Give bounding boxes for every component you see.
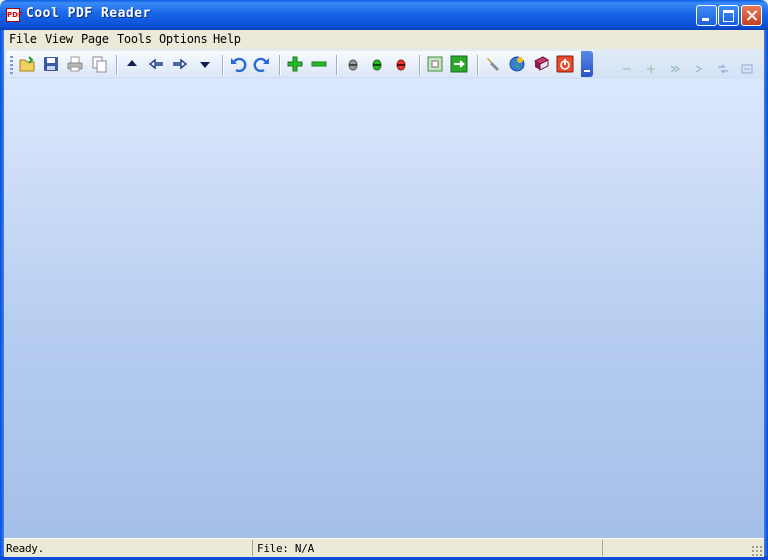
status-message: Ready. [6, 542, 44, 555]
faded-tool-icon [741, 59, 753, 74]
faded-tool-icon [645, 59, 657, 73]
faded-tool-icon [621, 59, 633, 70]
menu-view[interactable]: View [45, 32, 73, 46]
actual-size-icon[interactable] [392, 55, 410, 73]
status-pane-message: Ready. [4, 540, 253, 556]
first-page-icon[interactable] [123, 55, 141, 73]
app-window: PDF Cool PDF Reader File View Page Tools… [0, 0, 768, 560]
settings-icon[interactable] [484, 55, 502, 73]
copy-icon[interactable] [90, 55, 108, 73]
faded-tool-icon [717, 59, 729, 74]
close-button[interactable] [741, 5, 762, 26]
next-page-icon[interactable] [171, 55, 189, 73]
menu-options[interactable]: Options [159, 32, 208, 46]
window-title: Cool PDF Reader [26, 6, 151, 21]
toolbar-separator [222, 55, 224, 75]
exit-icon[interactable] [556, 55, 574, 73]
print-icon[interactable] [66, 55, 84, 73]
toolbar-separator [419, 55, 421, 75]
menu-help[interactable]: Help [213, 32, 241, 46]
app-pdf-icon[interactable]: PDF [6, 8, 23, 22]
convert-icon[interactable] [426, 55, 444, 73]
toolbar-separator [336, 55, 338, 75]
help-book-icon[interactable] [532, 55, 550, 73]
zoom-out-icon[interactable] [310, 55, 328, 73]
fit-page-icon[interactable] [368, 55, 386, 73]
rotate-right-icon[interactable] [253, 55, 271, 73]
faded-tool-icon [669, 59, 681, 73]
web-icon[interactable] [508, 55, 526, 73]
save-icon[interactable] [42, 55, 60, 73]
toolbar-area [4, 49, 764, 79]
previous-page-icon[interactable] [147, 55, 165, 73]
main-toolbar [6, 51, 593, 77]
rotate-left-icon[interactable] [229, 55, 247, 73]
faded-tool-icon [693, 59, 705, 73]
toolbar-separator [116, 55, 118, 75]
status-pane-file: File: N/A [253, 540, 603, 556]
toolbar-separator [279, 55, 281, 75]
title-bar[interactable]: PDF Cool PDF Reader [0, 0, 768, 30]
maximize-button[interactable] [718, 5, 739, 26]
toolbar-overflow-chevron[interactable] [581, 51, 593, 77]
go-to-page-icon[interactable] [450, 55, 468, 73]
menu-tools[interactable]: Tools [117, 32, 152, 46]
toolbar-grip[interactable] [10, 56, 13, 74]
resize-grip[interactable] [751, 545, 762, 556]
last-page-icon[interactable] [196, 55, 214, 73]
window-frame-right [764, 30, 768, 560]
status-bar: Ready. File: N/A [4, 538, 764, 557]
menu-bar: File View Page Tools Options Help [4, 30, 764, 49]
menu-file[interactable]: File [9, 32, 37, 46]
fit-width-icon[interactable] [344, 55, 362, 73]
menu-page[interactable]: Page [81, 32, 109, 46]
zoom-in-icon[interactable] [286, 55, 304, 73]
open-icon[interactable] [18, 55, 36, 73]
status-file: File: N/A [257, 542, 314, 555]
toolbar-separator [477, 55, 479, 75]
minimize-button[interactable] [696, 5, 717, 26]
document-view-area[interactable] [4, 79, 764, 538]
